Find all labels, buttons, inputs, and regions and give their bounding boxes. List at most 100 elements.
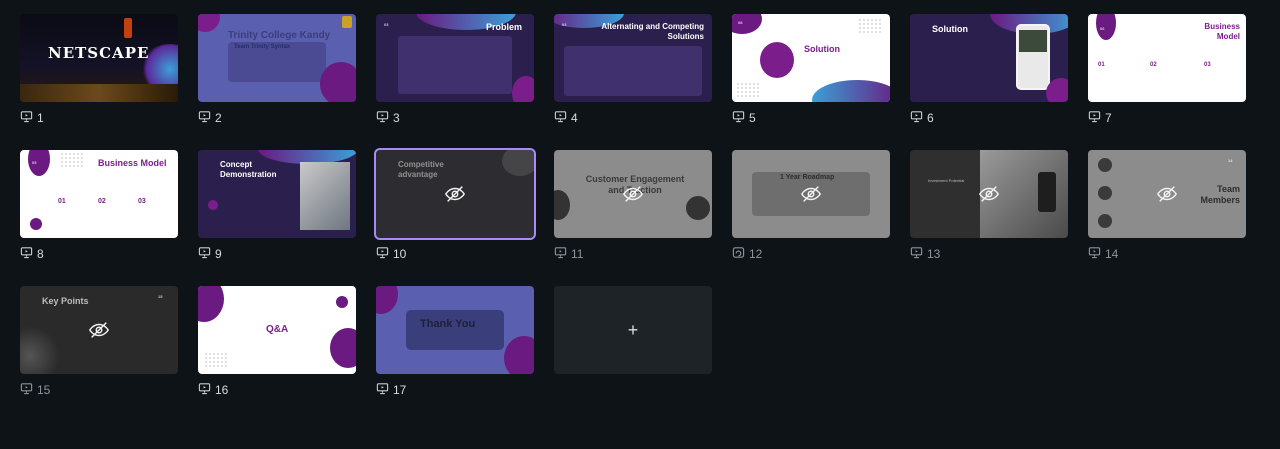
slide-number: 2 bbox=[215, 111, 222, 125]
slide-subtitle: 03 bbox=[384, 22, 389, 27]
slide-1[interactable]: NETSCAPE 1 bbox=[20, 14, 178, 125]
slide-number: 15 bbox=[37, 383, 51, 397]
slide-number: 11 bbox=[571, 247, 584, 261]
slide-meta: 5 bbox=[732, 110, 756, 126]
slide-thumbnail[interactable]: Solution 08 bbox=[732, 14, 890, 102]
slide-number: 1 bbox=[37, 111, 44, 125]
slide-title: Problem bbox=[486, 22, 523, 32]
slide-title: Concept Demonstration bbox=[220, 160, 277, 179]
slide-meta: 11 bbox=[554, 246, 583, 262]
hidden-slide-icon bbox=[88, 322, 110, 338]
slide-meta: 8 bbox=[20, 246, 44, 262]
slide-7[interactable]: 06 Business Model 01 02 03 7 bbox=[1088, 14, 1246, 125]
presentation-icon bbox=[732, 110, 745, 126]
slide-8[interactable]: 05 Business Model 01 02 03 8 bbox=[20, 150, 178, 261]
slide-6[interactable]: Solution 6 bbox=[910, 14, 1068, 125]
slide-thumbnail[interactable]: 1 Year Roadmap bbox=[732, 150, 890, 238]
slide-5[interactable]: Solution 08 5 bbox=[732, 14, 890, 125]
hidden-slide-icon bbox=[800, 186, 822, 202]
reload-icon bbox=[732, 246, 745, 262]
slide-title: Business Model bbox=[98, 158, 167, 168]
slide-thumbnail[interactable]: Trinity College Kandy Team Trinity Synta… bbox=[198, 14, 356, 102]
slide-14[interactable]: Team Members 14 14 bbox=[1088, 150, 1246, 261]
slide-thumbnail[interactable]: Concept Demonstration bbox=[198, 150, 356, 238]
slide-number: 14 bbox=[1105, 247, 1119, 261]
presentation-icon bbox=[198, 382, 211, 398]
slide-meta: 1 bbox=[20, 110, 44, 126]
slide-10[interactable]: Competitive advantage 08 10 bbox=[374, 148, 536, 261]
presentation-icon bbox=[910, 110, 923, 126]
slide-2[interactable]: Trinity College Kandy Team Trinity Synta… bbox=[198, 14, 356, 125]
presentation-icon bbox=[1088, 246, 1101, 262]
slide-subtitle: 14 bbox=[1228, 158, 1233, 163]
presentation-icon bbox=[20, 110, 33, 126]
slide-number: 12 bbox=[749, 247, 763, 261]
hidden-slide-icon bbox=[1156, 186, 1178, 202]
slide-meta: 4 bbox=[554, 110, 578, 126]
slide-title: Solution bbox=[932, 24, 968, 34]
slide-number: 13 bbox=[927, 247, 941, 261]
presentation-icon bbox=[376, 246, 389, 262]
slide-meta: 9 bbox=[198, 246, 222, 262]
slide-9[interactable]: Concept Demonstration 9 bbox=[198, 150, 356, 261]
presentation-icon bbox=[554, 110, 567, 126]
slide-title: Q&A bbox=[266, 324, 289, 335]
slide-11[interactable]: Customer Engagement and Traction 11 bbox=[554, 150, 712, 261]
slide-16[interactable]: Q&A 16 bbox=[198, 286, 356, 397]
slide-3[interactable]: Problem 03 3 bbox=[376, 14, 534, 125]
slide-thumbnail[interactable]: Key Points 15 bbox=[20, 286, 178, 374]
slide-subtitle: 05 bbox=[32, 160, 37, 165]
presentation-icon bbox=[910, 246, 923, 262]
presentation-icon bbox=[376, 382, 389, 398]
slide-title: Trinity College Kandy bbox=[228, 30, 331, 41]
slide-thumbnail[interactable]: Customer Engagement and Traction bbox=[554, 150, 712, 238]
slide-4[interactable]: Alternating and Competing Solutions 03 4 bbox=[554, 14, 712, 125]
slide-thumbnail[interactable]: Investment Potential bbox=[910, 150, 1068, 238]
slide-number: 7 bbox=[1105, 111, 1112, 125]
slide-subtitle: 06 bbox=[1100, 26, 1105, 31]
hidden-slide-icon bbox=[978, 186, 1000, 202]
slide-title: NETSCAPE bbox=[48, 44, 150, 62]
presentation-icon bbox=[20, 382, 33, 398]
slide-title: Thank You bbox=[420, 318, 476, 330]
slide-thumbnail[interactable]: NETSCAPE bbox=[20, 14, 178, 102]
slide-number: 9 bbox=[215, 247, 222, 261]
hidden-slide-icon bbox=[444, 186, 466, 202]
slide-thumbnail[interactable]: Q&A bbox=[198, 286, 356, 374]
slide-thumbnail[interactable]: 05 Business Model 01 02 03 bbox=[20, 150, 178, 238]
presentation-icon bbox=[1088, 110, 1101, 126]
slide-number: 3 bbox=[393, 111, 400, 125]
slide-thumbnail[interactable]: Team Members 14 bbox=[1088, 150, 1246, 238]
slide-15[interactable]: Key Points 15 15 bbox=[20, 286, 178, 397]
slide-thumbnail[interactable]: Thank You bbox=[376, 286, 534, 374]
slide-number: 17 bbox=[393, 383, 407, 397]
slide-meta: 15 bbox=[20, 382, 50, 398]
slide-title: Team Members bbox=[1200, 184, 1240, 205]
add-slide-button[interactable]: + bbox=[554, 286, 712, 374]
add-slide-cell[interactable]: + bbox=[554, 286, 712, 374]
presentation-icon bbox=[20, 246, 33, 262]
slide-number: 4 bbox=[571, 111, 578, 125]
slide-thumbnail[interactable]: Solution bbox=[910, 14, 1068, 102]
slide-number: 8 bbox=[37, 247, 44, 261]
slide-thumbnail[interactable]: 06 Business Model 01 02 03 bbox=[1088, 14, 1246, 102]
slide-number: 6 bbox=[927, 111, 934, 125]
slide-number: 16 bbox=[215, 383, 229, 397]
slide-meta: 17 bbox=[376, 382, 406, 398]
slide-title: Business Model bbox=[1204, 22, 1240, 41]
slide-subtitle: 15 bbox=[158, 294, 163, 299]
slide-title: 1 Year Roadmap bbox=[780, 174, 835, 181]
slide-title: Solution bbox=[804, 44, 840, 54]
slide-13[interactable]: Investment Potential 13 bbox=[910, 150, 1068, 261]
slide-17[interactable]: Thank You 17 bbox=[376, 286, 534, 397]
slide-thumbnail[interactable]: Alternating and Competing Solutions 03 bbox=[554, 14, 712, 102]
hidden-slide-icon bbox=[622, 186, 644, 202]
slide-meta: 10 bbox=[376, 246, 406, 262]
slide-number: 10 bbox=[393, 247, 407, 261]
slide-thumbnail[interactable]: Competitive advantage 08 bbox=[374, 148, 536, 240]
slide-title: Key Points bbox=[42, 296, 89, 306]
slide-12[interactable]: 1 Year Roadmap 12 bbox=[732, 150, 890, 261]
slide-subtitle: 03 bbox=[562, 22, 567, 27]
slide-subtitle: 08 bbox=[738, 20, 743, 25]
slide-thumbnail[interactable]: Problem 03 bbox=[376, 14, 534, 102]
